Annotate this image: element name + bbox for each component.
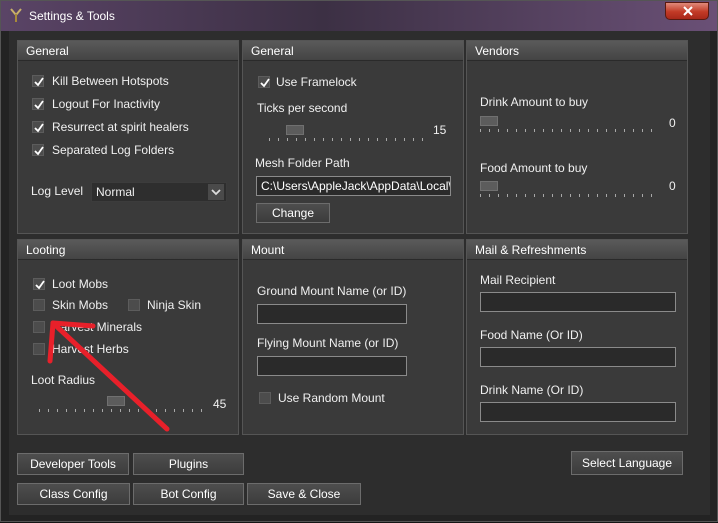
- mail-refreshments-panel: Mail & Refreshments Mail Recipient Food …: [466, 239, 688, 435]
- window-title: Settings & Tools: [29, 9, 115, 23]
- drink-amount-label: Drink Amount to buy: [480, 95, 589, 109]
- bot-config-button[interactable]: Bot Config: [133, 483, 244, 505]
- panel-title: Mail & Refreshments: [467, 240, 687, 260]
- use-random-mount-checkbox[interactable]: [259, 392, 271, 404]
- flying-mount-label: Flying Mount Name (or ID): [257, 336, 399, 350]
- harvest-minerals-label: Harvest Minerals: [52, 320, 143, 334]
- panel-title: Mount: [243, 240, 463, 260]
- slider-thumb[interactable]: [107, 396, 125, 406]
- plugins-label: Plugins: [168, 457, 209, 471]
- save-close-button[interactable]: Save & Close: [247, 483, 361, 505]
- kill-between-hotspots-label: Kill Between Hotspots: [52, 74, 169, 88]
- harvest-minerals-checkbox[interactable]: [33, 321, 45, 333]
- drink-name-label: Drink Name (Or ID): [480, 383, 584, 397]
- general-framelock-panel: General Use Framelock Ticks per second 1…: [242, 40, 464, 234]
- flying-mount-input[interactable]: [257, 356, 407, 376]
- use-framelock-label: Use Framelock: [276, 75, 357, 89]
- app-icon: [10, 8, 22, 22]
- logout-inactivity-label: Logout For Inactivity: [52, 97, 161, 111]
- ninja-skin-label: Ninja Skin: [147, 298, 202, 312]
- checkmark-icon: [34, 100, 44, 110]
- loot-mobs-checkbox[interactable]: [33, 278, 45, 290]
- logout-inactivity-checkbox[interactable]: [32, 98, 44, 110]
- developer-tools-button[interactable]: Developer Tools: [17, 453, 129, 475]
- skin-mobs-label: Skin Mobs: [52, 298, 109, 312]
- food-name-input[interactable]: [480, 347, 676, 367]
- panel-title: General: [243, 41, 463, 61]
- log-level-value: Normal: [96, 185, 135, 199]
- drink-amount-slider[interactable]: [480, 116, 658, 132]
- panel-title: Looting: [18, 240, 238, 260]
- drink-name-input[interactable]: [480, 402, 676, 422]
- slider-ticks: [39, 409, 207, 412]
- panel-title: General: [18, 41, 238, 61]
- food-amount-value: 0: [669, 179, 676, 193]
- resurrect-spirit-healers-label: Resurrect at spirit healers: [52, 120, 189, 134]
- food-amount-slider[interactable]: [480, 181, 658, 197]
- loot-radius-label: Loot Radius: [31, 373, 96, 387]
- title-bar[interactable]: Settings & Tools: [1, 1, 717, 31]
- vendors-panel: Vendors Drink Amount to buy 0 Food Amoun…: [466, 40, 688, 234]
- food-amount-label: Food Amount to buy: [480, 161, 588, 175]
- class-config-label: Class Config: [39, 487, 108, 501]
- close-button[interactable]: [665, 2, 709, 20]
- separated-log-folders-label: Separated Log Folders: [52, 143, 175, 157]
- slider-thumb[interactable]: [480, 181, 498, 191]
- loot-radius-value: 45: [213, 397, 227, 411]
- slider-thumb[interactable]: [286, 125, 304, 135]
- harvest-herbs-label: Harvest Herbs: [52, 342, 129, 356]
- mount-panel: Mount Ground Mount Name (or ID) Flying M…: [242, 239, 464, 435]
- checkmark-icon: [35, 280, 45, 290]
- select-language-button[interactable]: Select Language: [571, 451, 683, 475]
- ticks-per-second-label: Ticks per second: [257, 101, 348, 115]
- loot-mobs-label: Loot Mobs: [52, 277, 109, 291]
- select-language-label: Select Language: [581, 456, 673, 470]
- developer-tools-label: Developer Tools: [30, 457, 116, 471]
- class-config-button[interactable]: Class Config: [17, 483, 130, 505]
- log-level-label: Log Level: [31, 184, 84, 198]
- mesh-folder-path-value: C:\Users\AppleJack\AppData\Local\: [261, 179, 451, 193]
- plugins-button[interactable]: Plugins: [133, 453, 244, 475]
- change-button-label: Change: [271, 206, 315, 220]
- slider-ticks: [480, 194, 658, 197]
- mail-recipient-input[interactable]: [480, 292, 676, 312]
- ground-mount-input[interactable]: [257, 304, 407, 324]
- mesh-folder-path-input[interactable]: C:\Users\AppleJack\AppData\Local\: [256, 176, 451, 196]
- close-icon: [683, 6, 693, 16]
- separated-log-folders-checkbox[interactable]: [32, 144, 44, 156]
- settings-content: General Kill Between Hotspots Logout For…: [9, 31, 710, 515]
- ninja-skin-checkbox[interactable]: [128, 299, 140, 311]
- checkmark-icon: [34, 146, 44, 156]
- log-level-select[interactable]: Normal: [91, 182, 227, 202]
- bot-config-label: Bot Config: [160, 487, 217, 501]
- use-framelock-checkbox[interactable]: [258, 76, 270, 88]
- settings-window: Settings & Tools General Kill Between Ho…: [0, 0, 718, 522]
- food-name-label: Food Name (Or ID): [480, 328, 583, 342]
- mail-recipient-label: Mail Recipient: [480, 273, 556, 287]
- harvest-herbs-checkbox[interactable]: [33, 343, 45, 355]
- looting-panel: Looting Loot Mobs Skin Mobs Ninja Skin H…: [17, 239, 239, 435]
- slider-thumb[interactable]: [480, 116, 498, 126]
- ticks-per-second-slider[interactable]: [269, 125, 431, 141]
- ground-mount-label: Ground Mount Name (or ID): [257, 284, 407, 298]
- drink-amount-value: 0: [669, 116, 676, 130]
- panel-title: Vendors: [467, 41, 687, 61]
- change-button[interactable]: Change: [256, 203, 330, 223]
- checkmark-icon: [34, 77, 44, 87]
- slider-ticks: [269, 138, 431, 141]
- checkmark-icon: [260, 78, 270, 88]
- skin-mobs-checkbox[interactable]: [33, 299, 45, 311]
- slider-ticks: [480, 129, 658, 132]
- general-panel: General Kill Between Hotspots Logout For…: [17, 40, 239, 234]
- save-close-label: Save & Close: [267, 487, 341, 501]
- mesh-folder-path-label: Mesh Folder Path: [255, 156, 350, 170]
- chevron-down-icon: [208, 184, 224, 200]
- ticks-per-second-value: 15: [433, 123, 447, 137]
- use-random-mount-label: Use Random Mount: [278, 391, 385, 405]
- checkmark-icon: [34, 123, 44, 133]
- resurrect-spirit-healers-checkbox[interactable]: [32, 121, 44, 133]
- loot-radius-slider[interactable]: [39, 396, 207, 412]
- kill-between-hotspots-checkbox[interactable]: [32, 75, 44, 87]
